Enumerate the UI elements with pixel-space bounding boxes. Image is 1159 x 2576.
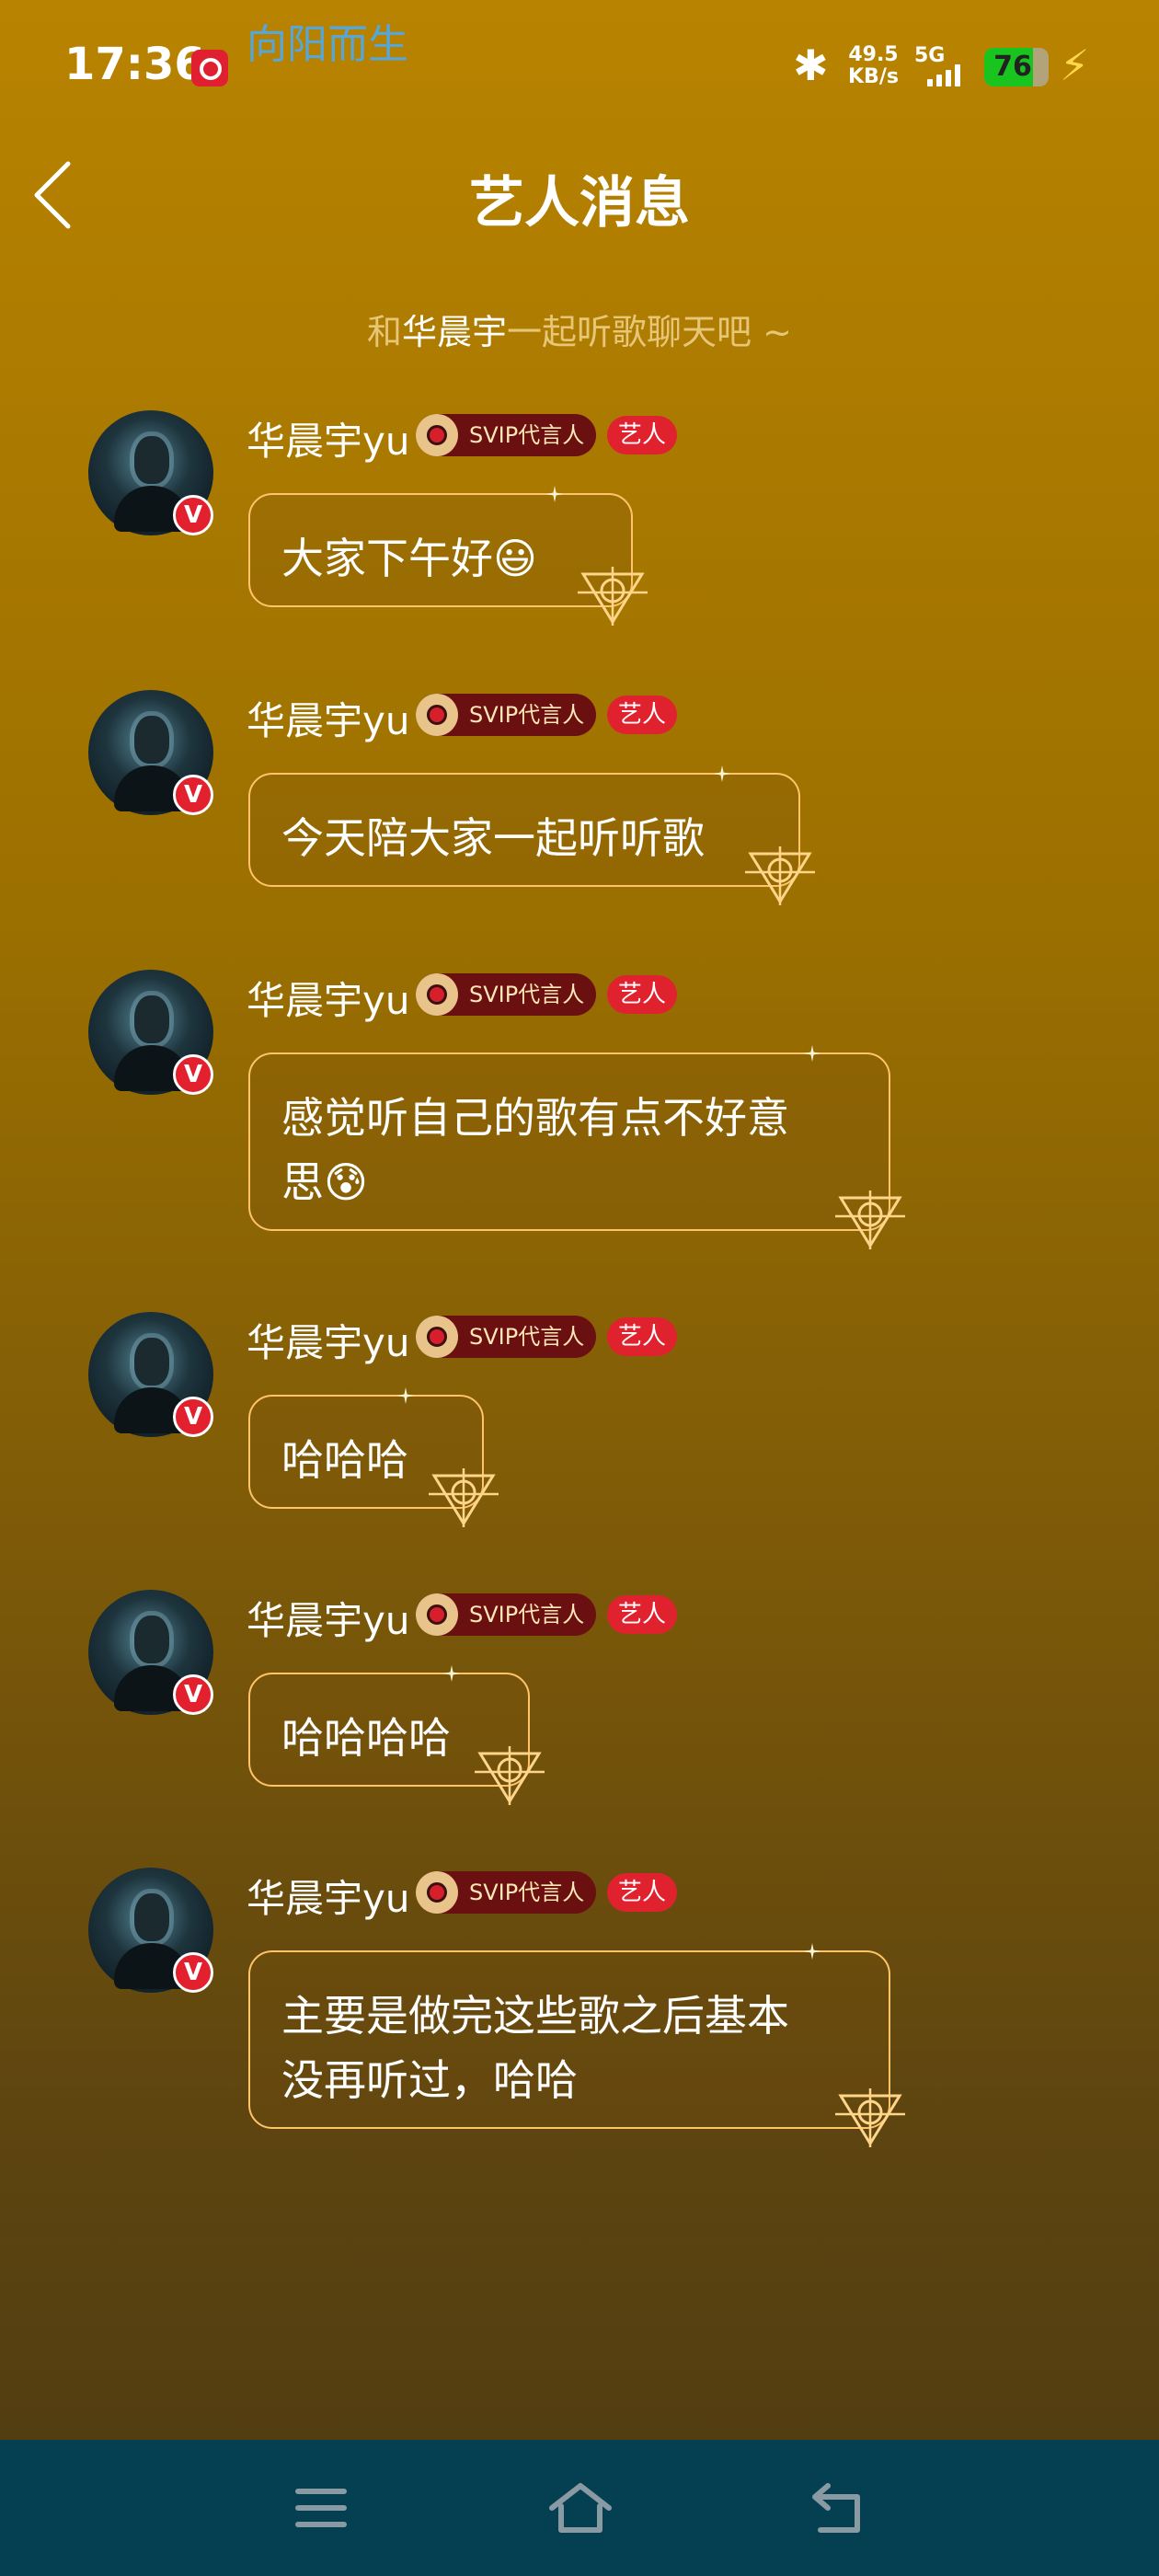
message-line: 哈哈哈哈 [281, 1713, 451, 1763]
message-bubble[interactable]: 今天陪大家一起听听歌 [248, 765, 815, 905]
artist-tag: 艺人 [607, 1595, 678, 1634]
back-icon[interactable] [808, 2480, 866, 2536]
hint-suffix: 一起听歌聊天吧 ~ [507, 312, 792, 352]
status-bar: 17:36 向阳而生 ✱ 49.5 KB/s 5G 76 ⚡ [0, 0, 1159, 138]
sender-name[interactable]: 华晨宇yu [247, 690, 409, 746]
svip-badge[interactable]: SVIP代言人 [416, 1593, 596, 1636]
netease-music-icon [191, 50, 228, 86]
artist-tag: 艺人 [607, 975, 678, 1014]
svip-badge[interactable]: SVIP代言人 [416, 694, 596, 736]
network-speed: 49.5 KB/s [848, 44, 899, 88]
message-line: 主要是做完这些歌之后基本 [281, 1991, 789, 2041]
svip-badge-label: SVIP代言人 [469, 982, 585, 1007]
vinyl-disc-icon [416, 414, 458, 456]
top-nav: 艺人消息 [0, 138, 1159, 258]
message-line: 大家下午好😃 [281, 534, 537, 583]
sender-name[interactable]: 华晨宇yu [247, 410, 409, 466]
vinyl-disc-icon [416, 973, 458, 1016]
sparkle-icon [397, 1387, 414, 1404]
svip-badge-label: SVIP代言人 [469, 1324, 585, 1350]
hint-artist-name: 华晨宇 [402, 312, 508, 352]
message-bubble[interactable]: 感觉听自己的歌有点不好意 思😰 [248, 1045, 905, 1249]
vinyl-disc-icon [416, 1316, 458, 1358]
network-speed-value: 49.5 [848, 43, 899, 66]
menu-icon[interactable] [293, 2480, 350, 2536]
svip-badge-label: SVIP代言人 [469, 422, 585, 448]
artist-tag: 艺人 [607, 1873, 678, 1912]
message-line: 感觉听自己的歌有点不好意 [281, 1093, 789, 1143]
home-icon[interactable] [548, 2480, 613, 2536]
sender-name[interactable]: 华晨宇yu [247, 970, 409, 1026]
battery-level: 76 [993, 51, 1032, 83]
verified-badge: V [173, 1054, 213, 1095]
triangle-sigil-icon [429, 1468, 499, 1527]
charging-icon: ⚡ [1060, 40, 1090, 90]
message-line: 今天陪大家一起听听歌 [281, 813, 705, 863]
svip-badge-label: SVIP代言人 [469, 702, 585, 728]
message-line: 哈哈哈 [281, 1435, 408, 1485]
artist-tag: 艺人 [607, 1317, 678, 1356]
message-bubble[interactable]: 哈哈哈哈 [248, 1665, 545, 1805]
sparkle-icon [443, 1665, 460, 1682]
hint-prefix: 和 [367, 312, 403, 352]
message-line: 思😰 [281, 1157, 368, 1207]
sparkle-icon [714, 765, 730, 782]
message-line: 没再听过，哈哈 [281, 2055, 578, 2105]
verified-badge: V [173, 1674, 213, 1715]
status-time: 17:36 [64, 39, 205, 90]
vinyl-disc-icon [416, 1593, 458, 1636]
triangle-sigil-icon [745, 846, 815, 905]
verified-badge: V [173, 775, 213, 815]
svip-badge-label: SVIP代言人 [469, 1880, 585, 1905]
verified-badge: V [173, 495, 213, 535]
chat-hint: 和华晨宇一起听歌聊天吧 ~ [0, 304, 1159, 354]
triangle-sigil-icon [835, 2088, 905, 2147]
sender-name[interactable]: 华晨宇yu [247, 1312, 409, 1368]
vinyl-disc-icon [416, 694, 458, 736]
artist-tag: 艺人 [607, 416, 678, 454]
triangle-sigil-icon [578, 567, 648, 626]
sparkle-icon [804, 1045, 820, 1062]
system-nav-bar [0, 2440, 1159, 2576]
svip-badge[interactable]: SVIP代言人 [416, 414, 596, 456]
bluetooth-icon: ✱ [793, 40, 829, 90]
battery-icon: 76 [984, 48, 1049, 86]
sparkle-icon [804, 1943, 820, 1960]
sender-name[interactable]: 华晨宇yu [247, 1868, 409, 1924]
artist-tag: 艺人 [607, 696, 678, 734]
message-bubble[interactable]: 哈哈哈 [248, 1387, 499, 1527]
sender-name[interactable]: 华晨宇yu [247, 1590, 409, 1646]
network-speed-unit: KB/s [848, 65, 899, 88]
triangle-sigil-icon [835, 1190, 905, 1249]
message-bubble[interactable]: 大家下午好😃 [248, 486, 648, 626]
verified-badge: V [173, 1952, 213, 1993]
svip-badge-label: SVIP代言人 [469, 1602, 585, 1627]
now-playing-text: 向阳而生 [247, 21, 408, 68]
signal-icon: 5G [914, 44, 975, 90]
svip-badge[interactable]: SVIP代言人 [416, 1316, 596, 1358]
page-title: 艺人消息 [469, 171, 690, 236]
vinyl-disc-icon [416, 1871, 458, 1914]
message-bubble[interactable]: 主要是做完这些歌之后基本 没再听过，哈哈 [248, 1943, 905, 2147]
svip-badge[interactable]: SVIP代言人 [416, 973, 596, 1016]
triangle-sigil-icon [475, 1746, 545, 1805]
verified-badge: V [173, 1397, 213, 1437]
svip-badge[interactable]: SVIP代言人 [416, 1871, 596, 1914]
sparkle-icon [546, 486, 563, 502]
